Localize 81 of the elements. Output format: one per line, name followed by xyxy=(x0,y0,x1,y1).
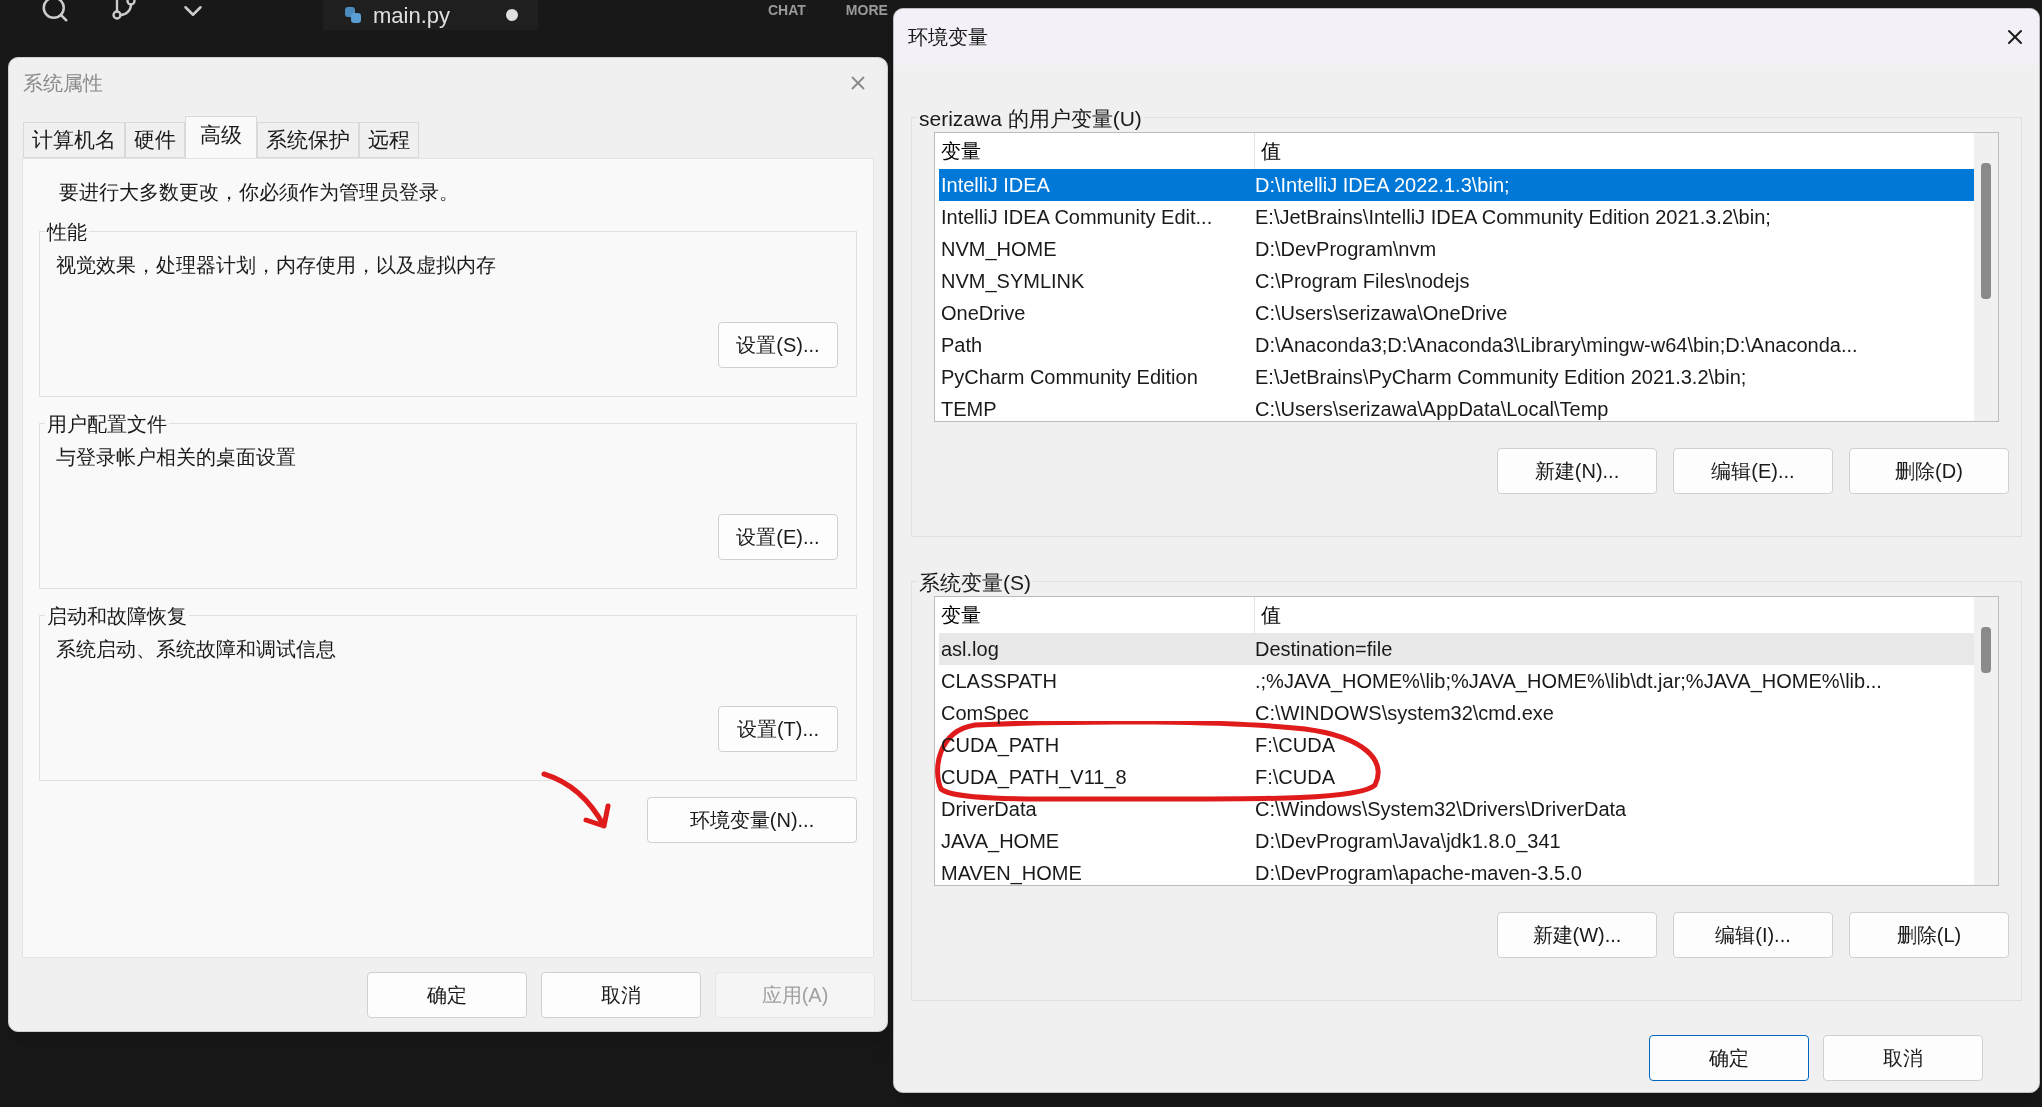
variable-row[interactable]: ComSpec C:\WINDOWS\system32\cmd.exe xyxy=(939,697,1974,729)
variable-name: TEMP xyxy=(940,397,998,421)
tab[interactable]: 高级 xyxy=(185,116,257,158)
variable-row[interactable]: NVM_HOME D:\DevProgram\nvm xyxy=(939,233,1974,265)
variable-name: JAVA_HOME xyxy=(940,829,1061,855)
variable-value: D:\Anaconda3;D:\Anaconda3\Library\mingw-w64\bin;D:\Anaconda... xyxy=(1255,333,1859,358)
variable-name: DriverData xyxy=(940,797,1038,822)
panel-tab[interactable]: CHAT xyxy=(768,0,806,21)
python-icon xyxy=(343,5,363,25)
variable-name: NVM_SYMLINK xyxy=(940,269,1086,295)
variable-name: CLASSPATH xyxy=(940,669,1058,694)
variable-value: D:\DevProgram\Java\jdk1.8.0_341 xyxy=(1255,829,1562,855)
variable-row[interactable]: Path D:\Anaconda3;D:\Anaconda3\Library\mingw-w64\bin;D:\Anaconda... xyxy=(939,329,1974,361)
settings-button[interactable]: 设置(E)... xyxy=(718,514,838,560)
source-control-icon[interactable] xyxy=(110,0,138,22)
variable-row[interactable]: PyCharm Community Edition E:\JetBrains\PyCharm Community Edition 2021.3.2\bin; xyxy=(939,361,1974,393)
window-title: 系统属性 xyxy=(23,71,103,96)
tab[interactable]: 计算机名 xyxy=(23,122,125,158)
variable-row[interactable]: NVM_SYMLINK C:\Program Files\nodejs xyxy=(939,265,1974,297)
variable-name: MAVEN_HOME xyxy=(940,861,1083,885)
variable-value: D:\DevProgram\apache-maven-3.5.0 xyxy=(1255,861,1583,885)
list-action-button[interactable]: 新建(W)... xyxy=(1497,912,1657,958)
variable-row[interactable]: DriverData C:\Windows\System32\Drivers\DriverData xyxy=(939,793,1974,825)
variable-name: CUDA_PATH_V11_8 xyxy=(940,765,1128,791)
window-title: 环境变量 xyxy=(908,25,988,50)
dialog-button[interactable]: 确定 xyxy=(1649,1035,1809,1081)
environment-variables-button[interactable]: 环境变量(N)... xyxy=(647,797,857,843)
variable-value: C:\Users\serizawa\OneDrive xyxy=(1255,301,1509,326)
group-description: 系统启动、系统故障和调试信息 xyxy=(56,637,337,662)
variable-value: C:\Users\serizawa\AppData\Local\Temp xyxy=(1255,397,1610,421)
variable-row[interactable]: asl.log Destination=file xyxy=(939,633,1974,665)
variable-row[interactable]: OneDrive C:\Users\serizawa\OneDrive xyxy=(939,297,1974,329)
column-header[interactable]: 值 xyxy=(1255,597,1974,633)
tab[interactable]: 系统保护 xyxy=(257,122,359,158)
variable-name: IntelliJ IDEA xyxy=(940,173,1051,198)
dialog-button[interactable]: 确定 xyxy=(367,972,527,1018)
variable-value: C:\WINDOWS\system32\cmd.exe xyxy=(1255,701,1555,726)
variable-row[interactable]: TEMP C:\Users\serizawa\AppData\Local\Temp xyxy=(939,393,1974,421)
variable-value: F:\CUDA xyxy=(1255,765,1336,790)
tab[interactable]: 远程 xyxy=(359,122,419,158)
group-description: 与登录帐户相关的桌面设置 xyxy=(56,445,297,470)
variable-name: PyCharm Community Edition xyxy=(940,365,1199,390)
notice-text: 要进行大多数更改，你必须作为管理员登录。 xyxy=(59,180,460,205)
variable-value: Destination=file xyxy=(1255,637,1394,662)
variable-name: Path xyxy=(940,333,984,358)
panel-tab[interactable]: MORE xyxy=(845,0,888,21)
settings-button[interactable]: 设置(T)... xyxy=(718,706,838,752)
variable-row[interactable]: JAVA_HOME D:\DevProgram\Java\jdk1.8.0_341 xyxy=(939,825,1974,857)
variable-value: E:\JetBrains\PyCharm Community Edition 2021.3.2\bin; xyxy=(1255,365,1748,390)
list-action-button[interactable]: 新建(N)... xyxy=(1497,448,1657,494)
list-action-button[interactable]: 删除(L) xyxy=(1849,912,2009,958)
dialog-button[interactable]: 取消 xyxy=(1823,1035,1983,1081)
tab[interactable]: 硬件 xyxy=(125,122,185,158)
variable-value: C:\Windows\System32\Drivers\DriverData xyxy=(1255,797,1628,822)
editor-tab[interactable]: main.py xyxy=(323,0,538,30)
variable-row[interactable]: CUDA_PATH_V11_8 F:\CUDA xyxy=(939,761,1974,793)
variable-name: IntelliJ IDEA Community Edit... xyxy=(940,205,1214,230)
variable-value: D:\DevProgram\nvm xyxy=(1255,237,1438,262)
variable-row[interactable]: MAVEN_HOME D:\DevProgram\apache-maven-3.5.0 xyxy=(939,857,1974,885)
scrollbar[interactable] xyxy=(1974,597,1998,885)
variable-value: D:\IntelliJ IDEA 2022.1.3\bin; xyxy=(1255,173,1511,198)
scrollbar[interactable] xyxy=(1974,133,1998,421)
list-action-button[interactable]: 编辑(I)... xyxy=(1673,912,1833,958)
dialog-button[interactable]: 取消 xyxy=(541,972,701,1018)
variable-value: C:\Program Files\nodejs xyxy=(1255,269,1471,294)
list-action-button[interactable]: 编辑(E)... xyxy=(1673,448,1833,494)
variable-value: F:\CUDA xyxy=(1255,733,1336,758)
search-icon[interactable] xyxy=(40,0,70,24)
variable-row[interactable]: IntelliJ IDEA Community Edit... E:\JetBrains\IntelliJ IDEA Community Edition 2021.3.2\bin; xyxy=(939,201,1974,233)
variable-name: asl.log xyxy=(940,637,1000,662)
variable-value: E:\JetBrains\IntelliJ IDEA Community Edition 2021.3.2\bin; xyxy=(1255,205,1772,230)
variable-row[interactable]: CLASSPATH .;%JAVA_HOME%\lib;%JAVA_HOME%\lib\dt.jar;%JAVA_HOME%\lib... xyxy=(939,665,1974,697)
variable-name: NVM_HOME xyxy=(940,237,1058,263)
variable-name: OneDrive xyxy=(940,301,1027,326)
list-action-button[interactable]: 删除(D) xyxy=(1849,448,2009,494)
variable-row[interactable]: IntelliJ IDEA D:\IntelliJ IDEA 2022.1.3\bin; xyxy=(939,169,1974,201)
group-description: 视觉效果，处理器计划，内存使用，以及虚拟内存 xyxy=(56,253,497,278)
variable-name: ComSpec xyxy=(940,701,1030,726)
variable-value: .;%JAVA_HOME%\lib;%JAVA_HOME%\lib\dt.jar;%JAVA_HOME%\lib... xyxy=(1255,669,1883,695)
settings-button[interactable]: 设置(S)... xyxy=(718,322,838,368)
column-header[interactable]: 值 xyxy=(1255,133,1974,169)
